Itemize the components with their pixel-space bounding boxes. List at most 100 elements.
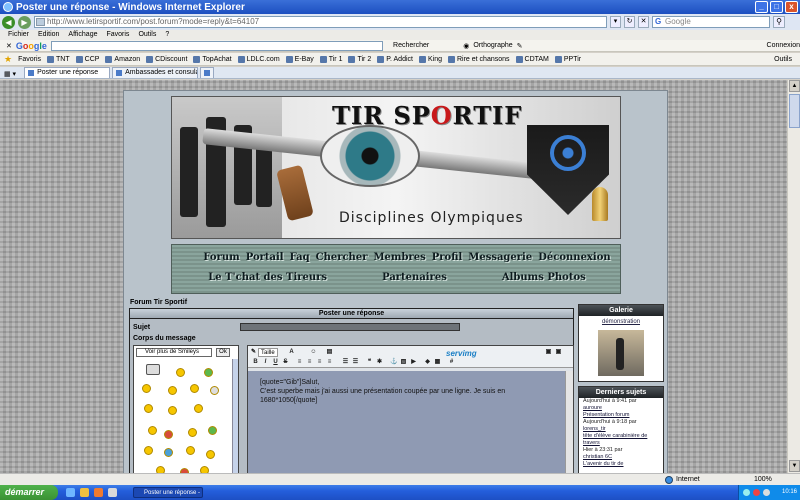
close-toolbar-icon[interactable]: ✕: [6, 42, 12, 50]
tray-security-icon[interactable]: [753, 489, 760, 496]
nav-faq[interactable]: Faq: [290, 252, 310, 263]
favorite-link-cdiscount[interactable]: CDiscount: [146, 55, 187, 63]
smiley-icon[interactable]: [206, 450, 215, 459]
favorite-link-paddict[interactable]: P. Addict: [377, 55, 413, 63]
insert-icon[interactable]: ▤: [326, 349, 333, 356]
smiley-ok-button[interactable]: Ok: [216, 348, 230, 357]
tray-network-icon[interactable]: [743, 489, 750, 496]
menu-item-favoris[interactable]: Favoris: [106, 30, 129, 40]
new-tab-button[interactable]: [200, 67, 215, 78]
galerie-link[interactable]: démonstration: [579, 319, 663, 325]
scroll-down-icon[interactable]: ▼: [789, 460, 800, 472]
smiley-icon[interactable]: [164, 448, 173, 457]
spellcheck-button[interactable]: Orthographe: [473, 42, 512, 49]
quicklaunch-desktop-icon[interactable]: [80, 488, 89, 497]
align-right-icon[interactable]: ≡: [316, 359, 323, 366]
hash-icon[interactable]: #: [448, 359, 455, 366]
favorites-star-icon[interactable]: ★: [4, 54, 12, 65]
italic-icon[interactable]: I: [262, 359, 269, 366]
smiley-icon[interactable]: [204, 368, 213, 377]
favorite-link-ccp[interactable]: CCP: [75, 55, 99, 63]
link-icon[interactable]: ⚓: [390, 359, 397, 366]
image-icon[interactable]: ▧: [400, 359, 407, 366]
smiley-menu-icon[interactable]: ☺: [310, 349, 317, 356]
smiley-icon[interactable]: [168, 406, 177, 415]
nav-membres[interactable]: Membres: [373, 252, 425, 263]
minimize-button[interactable]: _: [755, 1, 768, 13]
smiley-icon[interactable]: [176, 368, 185, 377]
smiley-icon[interactable]: [164, 430, 173, 439]
strike-icon[interactable]: S: [282, 359, 289, 366]
tools-button[interactable]: Outils: [774, 56, 792, 63]
menu-item-fichier[interactable]: Fichier: [8, 30, 29, 40]
tab-ambassades[interactable]: Ambassades et consulats étr...: [112, 67, 199, 78]
search-icon[interactable]: ⚲: [773, 16, 785, 28]
editor-option-icon[interactable]: ▣: [555, 349, 562, 356]
address-dropdown-button[interactable]: ▾: [610, 16, 621, 28]
favorite-link-tir1[interactable]: Tir 1: [319, 55, 342, 63]
maximize-button[interactable]: □: [770, 1, 783, 13]
favorite-link-tnt[interactable]: TNT: [47, 55, 70, 63]
google-toolbar-input[interactable]: [50, 40, 384, 51]
nav-partenaires[interactable]: Partenaires: [382, 272, 447, 283]
smiley-icon[interactable]: [144, 446, 153, 455]
quicklaunch-ie-icon[interactable]: [66, 488, 75, 497]
nav-deconnexion[interactable]: Déconnexion: [538, 252, 610, 263]
quote-icon[interactable]: ❝: [366, 359, 373, 366]
stop-icon[interactable]: ✕: [638, 16, 649, 28]
textarea-scrollbar[interactable]: [565, 371, 573, 473]
taskbar-item-ie[interactable]: Poster une réponse - ...: [133, 487, 203, 498]
smiley-icon[interactable]: [210, 386, 219, 395]
scroll-up-icon[interactable]: ▲: [789, 80, 800, 92]
code-icon[interactable]: ✱: [376, 359, 383, 366]
smiley-icon[interactable]: [156, 466, 165, 473]
galerie-photo[interactable]: [598, 330, 644, 376]
menu-item-edition[interactable]: Edition: [38, 30, 59, 40]
smiley-icon[interactable]: [200, 466, 209, 473]
smiley-icon[interactable]: [168, 386, 177, 395]
smiley-icon[interactable]: [146, 364, 160, 375]
smiley-icon[interactable]: [188, 428, 197, 437]
smiley-icon[interactable]: [180, 468, 189, 473]
ordered-list-icon[interactable]: ☰: [352, 359, 359, 366]
justify-icon[interactable]: ≡: [326, 359, 333, 366]
smiley-icon[interactable]: [190, 384, 199, 393]
favorite-link-topachat[interactable]: TopAchat: [193, 55, 232, 63]
favorite-link-rire[interactable]: Rire et chansons: [447, 55, 510, 63]
nav-albums[interactable]: Albums Photos: [502, 272, 586, 283]
scroll-thumb[interactable]: [789, 94, 800, 128]
smiley-icon[interactable]: [194, 404, 203, 413]
favorite-link-tir2[interactable]: Tir 2: [348, 55, 371, 63]
google-search-button[interactable]: Rechercher: [393, 42, 429, 49]
forum-breadcrumb[interactable]: Forum Tir Sportif: [130, 299, 187, 306]
smiley-scrollbar[interactable]: [232, 359, 238, 473]
servimg-button[interactable]: servimg: [446, 349, 477, 358]
hide-icon[interactable]: ◆: [424, 359, 431, 366]
nav-tchat[interactable]: Le T'chat des Tireurs: [208, 272, 327, 283]
list-icon[interactable]: ☰: [342, 359, 349, 366]
editor-option-icon[interactable]: ▣: [545, 349, 552, 356]
favorite-link-cdtam[interactable]: CDTAM: [515, 55, 549, 63]
subject-input[interactable]: [240, 323, 460, 331]
nav-forum[interactable]: Forum: [203, 252, 239, 263]
back-button[interactable]: ◀: [2, 15, 15, 29]
refresh-icon[interactable]: ↻: [624, 16, 635, 28]
quicklaunch-app-icon[interactable]: [108, 488, 117, 497]
page-scrollbar[interactable]: ▲ ▼: [787, 80, 800, 473]
nav-chercher[interactable]: Chercher: [316, 252, 368, 263]
smiley-icon[interactable]: [144, 404, 153, 413]
favorites-button[interactable]: Favoris: [18, 56, 41, 63]
video-icon[interactable]: ▶: [410, 359, 417, 366]
nav-messagerie[interactable]: Messagerie: [468, 252, 532, 263]
smiley-icon[interactable]: [142, 384, 151, 393]
pencil-icon[interactable]: ✎: [517, 42, 523, 50]
smiley-icon[interactable]: [148, 426, 157, 435]
forward-button[interactable]: ▶: [18, 15, 31, 29]
popup-blocker-icon[interactable]: ◉: [463, 42, 469, 50]
font-size-select[interactable]: Taille: [258, 348, 278, 357]
message-textarea[interactable]: [quote="Gib"]Salut, C'est superbe mais j…: [248, 371, 566, 473]
align-center-icon[interactable]: ≡: [306, 359, 313, 366]
smiley-icon[interactable]: [186, 446, 195, 455]
tray-volume-icon[interactable]: [763, 489, 770, 496]
tab-list-icon[interactable]: ▦ ▾: [4, 70, 16, 78]
